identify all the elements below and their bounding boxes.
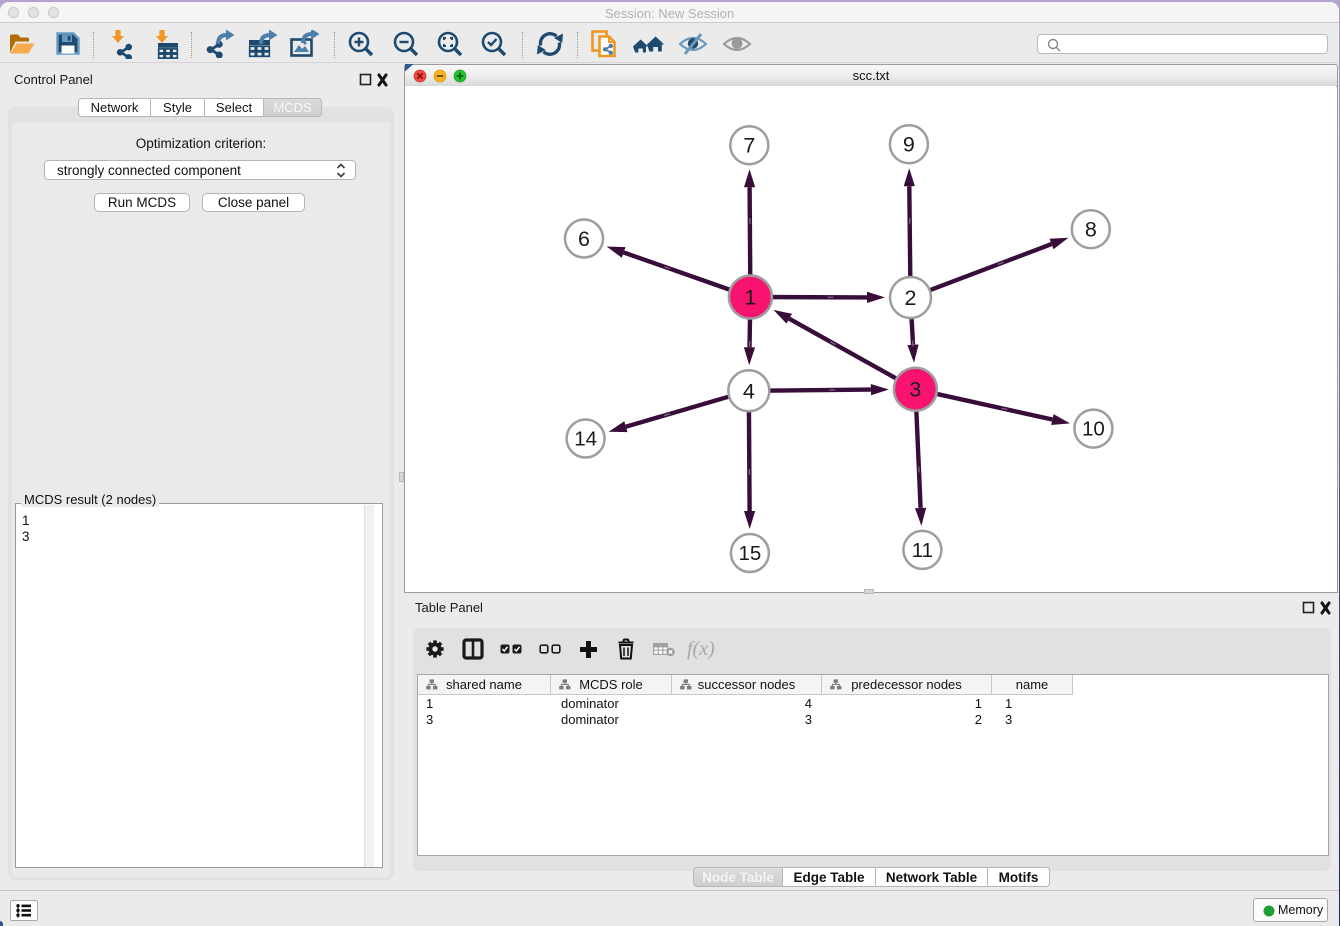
svg-text:15: 15 <box>738 542 761 565</box>
svg-text:7: 7 <box>743 134 755 158</box>
svg-text:11: 11 <box>912 539 933 562</box>
svg-text:1: 1 <box>744 286 756 310</box>
svg-text:3: 3 <box>909 378 921 402</box>
svg-text:f(x): f(x) <box>687 638 715 660</box>
svg-text:4: 4 <box>743 379 755 403</box>
svg-text:14: 14 <box>574 428 597 451</box>
svg-text:10: 10 <box>1082 418 1105 441</box>
svg-text:2: 2 <box>905 286 917 310</box>
svg-text:9: 9 <box>903 133 915 157</box>
svg-text:8: 8 <box>1085 218 1097 242</box>
svg-text:6: 6 <box>578 227 590 251</box>
